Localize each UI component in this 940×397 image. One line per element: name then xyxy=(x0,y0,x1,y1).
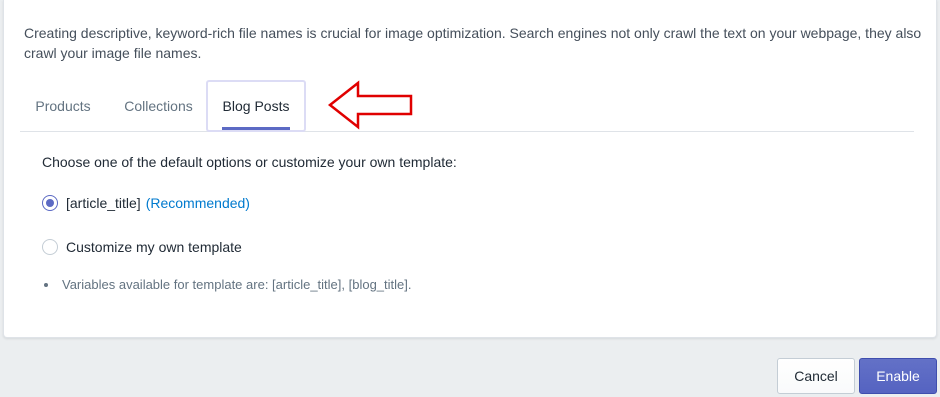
tab-blog-posts[interactable]: Blog Posts xyxy=(206,80,306,132)
option-custom-template[interactable]: Customize my own template xyxy=(42,237,242,257)
description-text: Creating descriptive, keyword-rich file … xyxy=(24,25,922,61)
tab-collections[interactable]: Collections xyxy=(120,80,197,132)
variables-text: Variables available for template are: [a… xyxy=(62,277,412,292)
recommended-tag: (Recommended) xyxy=(145,195,250,211)
radio-button-checked[interactable] xyxy=(42,195,58,211)
tab-products[interactable]: Products xyxy=(20,80,106,132)
tab-bar: Products Collections Blog Posts xyxy=(20,80,914,132)
option-article-title[interactable]: [article_title] (Recommended) xyxy=(42,193,250,213)
template-prompt: Choose one of the default options or cus… xyxy=(42,154,457,170)
cancel-button[interactable]: Cancel xyxy=(777,358,855,394)
option-label: [article_title] xyxy=(66,195,141,211)
tab-label: Products xyxy=(35,98,91,114)
bullet-icon xyxy=(44,282,48,287)
tab-label: Collections xyxy=(124,98,193,114)
selected-tab-indicator xyxy=(222,127,290,130)
annotation-arrow-icon xyxy=(327,80,413,130)
variables-note: Variables available for template are: [a… xyxy=(44,277,412,292)
radio-button[interactable] xyxy=(42,239,58,255)
option-label: Customize my own template xyxy=(66,239,242,255)
enable-button[interactable]: Enable xyxy=(859,358,937,394)
tab-label: Blog Posts xyxy=(222,98,290,114)
